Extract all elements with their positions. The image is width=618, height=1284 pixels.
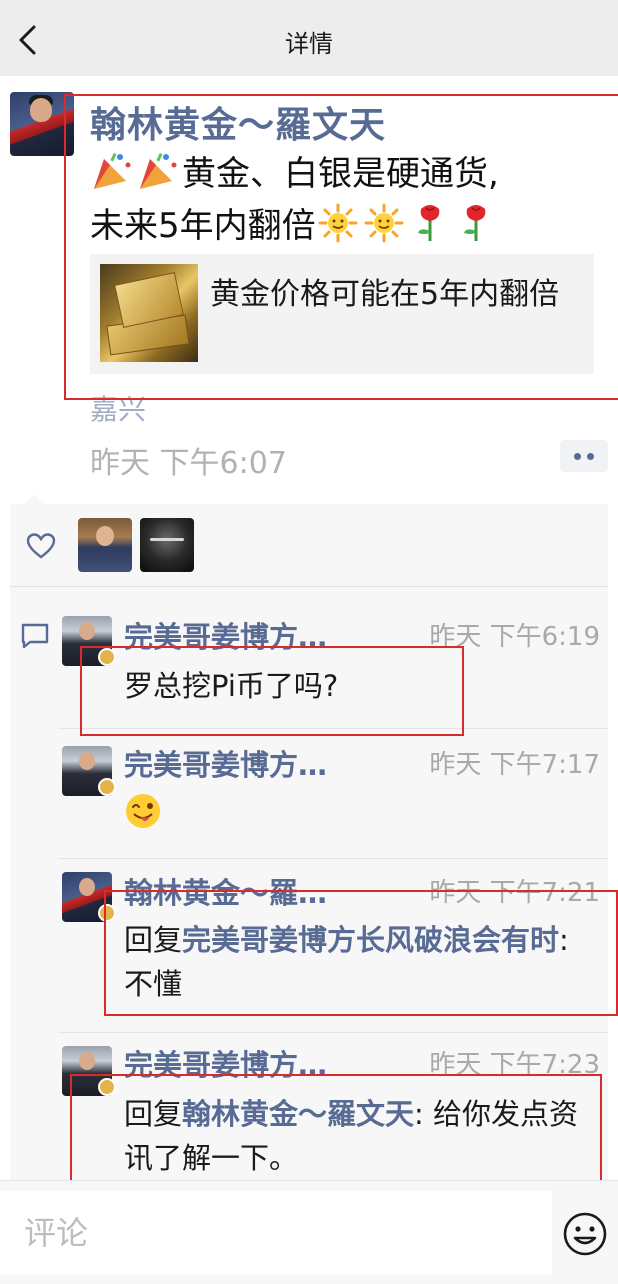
nav-header: 详情 bbox=[0, 0, 618, 76]
likes-row bbox=[10, 504, 608, 586]
moment-post: 翰林黄金～羅文天 黄金、白银是硬通货, 未来5年内翻倍 黄金价格可能在5年内翻倍… bbox=[0, 76, 618, 504]
more-actions-button[interactable] bbox=[560, 440, 608, 472]
shared-link-card[interactable]: 黄金价格可能在5年内翻倍 bbox=[90, 254, 594, 374]
comment-text bbox=[124, 792, 600, 836]
post-author-name[interactable]: 翰林黄金～羅文天 bbox=[90, 96, 386, 148]
liker-avatar[interactable] bbox=[78, 518, 132, 572]
post-location[interactable]: 嘉兴 bbox=[90, 388, 146, 428]
commenter-name[interactable]: 翰林黄金～羅… bbox=[124, 870, 327, 912]
commenter-name[interactable]: 完美哥姜博方… bbox=[124, 742, 327, 784]
page-title: 详情 bbox=[285, 30, 333, 58]
comment-text: 罗总挖Pi币了吗? bbox=[124, 669, 339, 703]
reply-target-name[interactable]: 翰林黄金～羅文天 bbox=[182, 1097, 414, 1131]
comment-time: 昨天 下午7:23 bbox=[429, 1050, 600, 1080]
panel-caret bbox=[24, 494, 44, 504]
commenter-name[interactable]: 完美哥姜博方… bbox=[124, 614, 327, 656]
rose-icon bbox=[463, 205, 485, 241]
comment-time: 昨天 下午7:21 bbox=[429, 878, 600, 908]
post-timestamp: 昨天 下午6:07 bbox=[90, 446, 287, 481]
commenter-name[interactable]: 完美哥姜博方… bbox=[124, 1042, 327, 1084]
comment-divider bbox=[58, 858, 608, 859]
party-popper-icon bbox=[94, 152, 131, 189]
comment-bar bbox=[0, 1180, 618, 1284]
author-avatar[interactable] bbox=[10, 92, 74, 156]
sun-icon bbox=[364, 203, 404, 243]
post-text: 黄金、白银是硬通货, 未来5年内翻倍 bbox=[90, 148, 600, 252]
comment-text: 回复翰林黄金～羅文天: 给你发点资讯了解一下。 bbox=[124, 1097, 579, 1175]
party-popper-icon bbox=[140, 152, 177, 189]
rose-icon bbox=[417, 205, 439, 241]
liker-avatar[interactable] bbox=[140, 518, 194, 572]
post-text-line-1: 黄金、白银是硬通货, bbox=[90, 148, 600, 200]
comment-time: 昨天 下午6:19 bbox=[429, 622, 600, 652]
sun-icon bbox=[318, 203, 358, 243]
reply-target-name[interactable]: 完美哥姜博方长风破浪会有时 bbox=[182, 923, 559, 957]
comment-input[interactable] bbox=[0, 1191, 552, 1275]
comment-time: 昨天 下午7:17 bbox=[429, 750, 600, 780]
post-text-line-2: 未来5年内翻倍 bbox=[90, 200, 600, 252]
heart-icon bbox=[26, 533, 56, 559]
divider bbox=[10, 586, 608, 587]
comment-divider bbox=[58, 728, 608, 729]
badge-icon bbox=[98, 1078, 116, 1096]
badge-icon bbox=[98, 778, 116, 796]
wink-tongue-emoji-icon bbox=[126, 794, 160, 828]
interaction-panel: 完美哥姜博方… 昨天 下午6:19 罗总挖Pi币了吗? 完美哥姜博方… 昨天 下… bbox=[10, 504, 608, 1180]
badge-icon bbox=[98, 648, 116, 666]
emoji-icon[interactable] bbox=[562, 1211, 608, 1257]
badge-icon bbox=[98, 904, 116, 922]
comment-divider bbox=[58, 1032, 608, 1033]
link-card-title: 黄金价格可能在5年内翻倍 bbox=[210, 277, 560, 312]
comment-text: 回复完美哥姜博方长风破浪会有时: 不懂 bbox=[124, 923, 569, 1001]
gold-bar-thumbnail bbox=[100, 264, 198, 362]
comment-icon bbox=[21, 623, 49, 649]
